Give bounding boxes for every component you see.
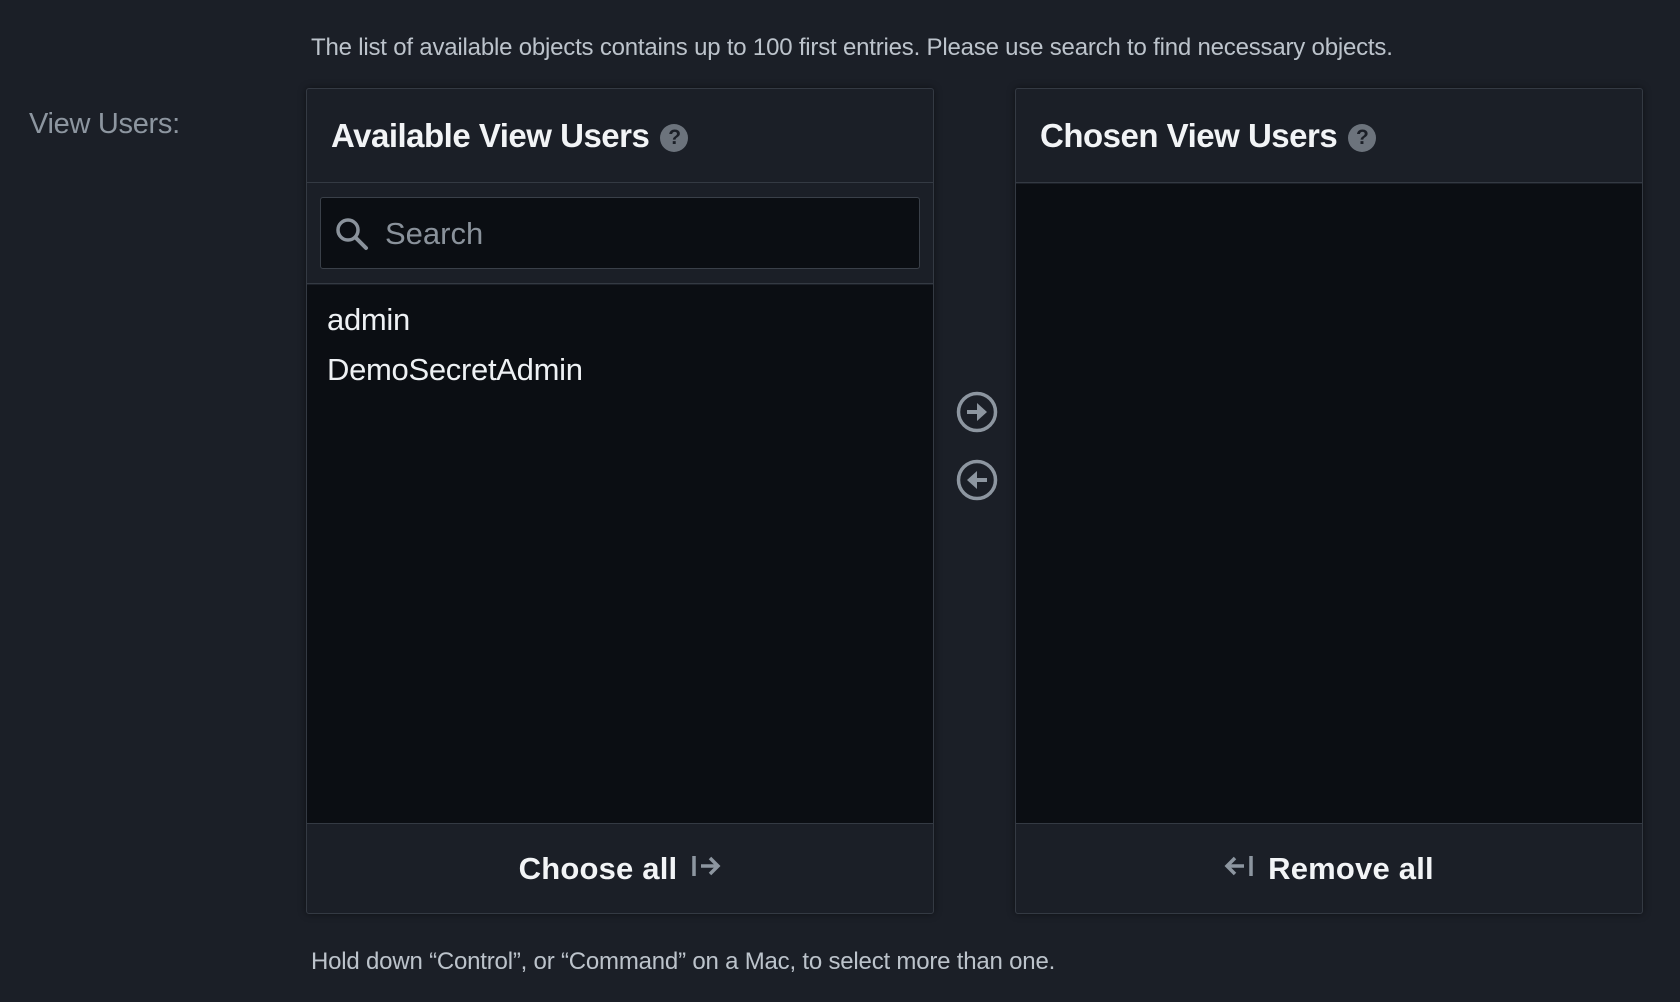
chosen-view-users-header: Chosen View Users ?	[1016, 89, 1642, 183]
available-view-users-header: Available View Users ?	[307, 89, 933, 183]
choose-all-label: Choose all	[518, 850, 678, 886]
search-icon	[336, 218, 368, 250]
available-users-list[interactable]: admin DemoSecretAdmin	[307, 285, 933, 824]
list-item[interactable]: admin	[307, 295, 933, 345]
question-circle-icon[interactable]: ?	[660, 123, 689, 152]
list-item[interactable]: DemoSecretAdmin	[307, 345, 933, 395]
view-users-label: View Users:	[29, 108, 180, 140]
chosen-view-users-box: Chosen View Users ? Remove all	[1015, 88, 1643, 914]
available-search-wrap	[307, 183, 933, 284]
view-users-field: The list of available objects contains u…	[0, 0, 1680, 1002]
search-input[interactable]	[383, 198, 907, 270]
multi-select-help-text: Hold down “Control”, or “Command” on a M…	[311, 948, 1056, 975]
chosen-users-list[interactable]	[1016, 184, 1642, 824]
available-search-field	[320, 197, 920, 270]
available-view-users-box: Available View Users ? admin DemoSecretA…	[306, 88, 934, 914]
arrow-right-circle-icon	[956, 391, 998, 433]
chosen-view-users-title: Chosen View Users	[1040, 116, 1338, 154]
remove-all-label: Remove all	[1268, 850, 1434, 886]
arrow-right-bar-icon	[691, 851, 721, 887]
question-circle-icon[interactable]: ?	[1348, 123, 1377, 152]
arrow-left-circle-icon	[956, 459, 998, 501]
choose-all-button[interactable]: Choose all	[307, 823, 933, 913]
add-selected-button[interactable]	[955, 390, 999, 434]
remove-selected-button[interactable]	[955, 458, 999, 502]
arrow-left-bar-icon	[1224, 851, 1254, 887]
available-limit-help-text: The list of available objects contains u…	[311, 34, 1393, 61]
remove-all-button[interactable]: Remove all	[1016, 823, 1642, 913]
available-view-users-title: Available View Users	[331, 116, 650, 154]
